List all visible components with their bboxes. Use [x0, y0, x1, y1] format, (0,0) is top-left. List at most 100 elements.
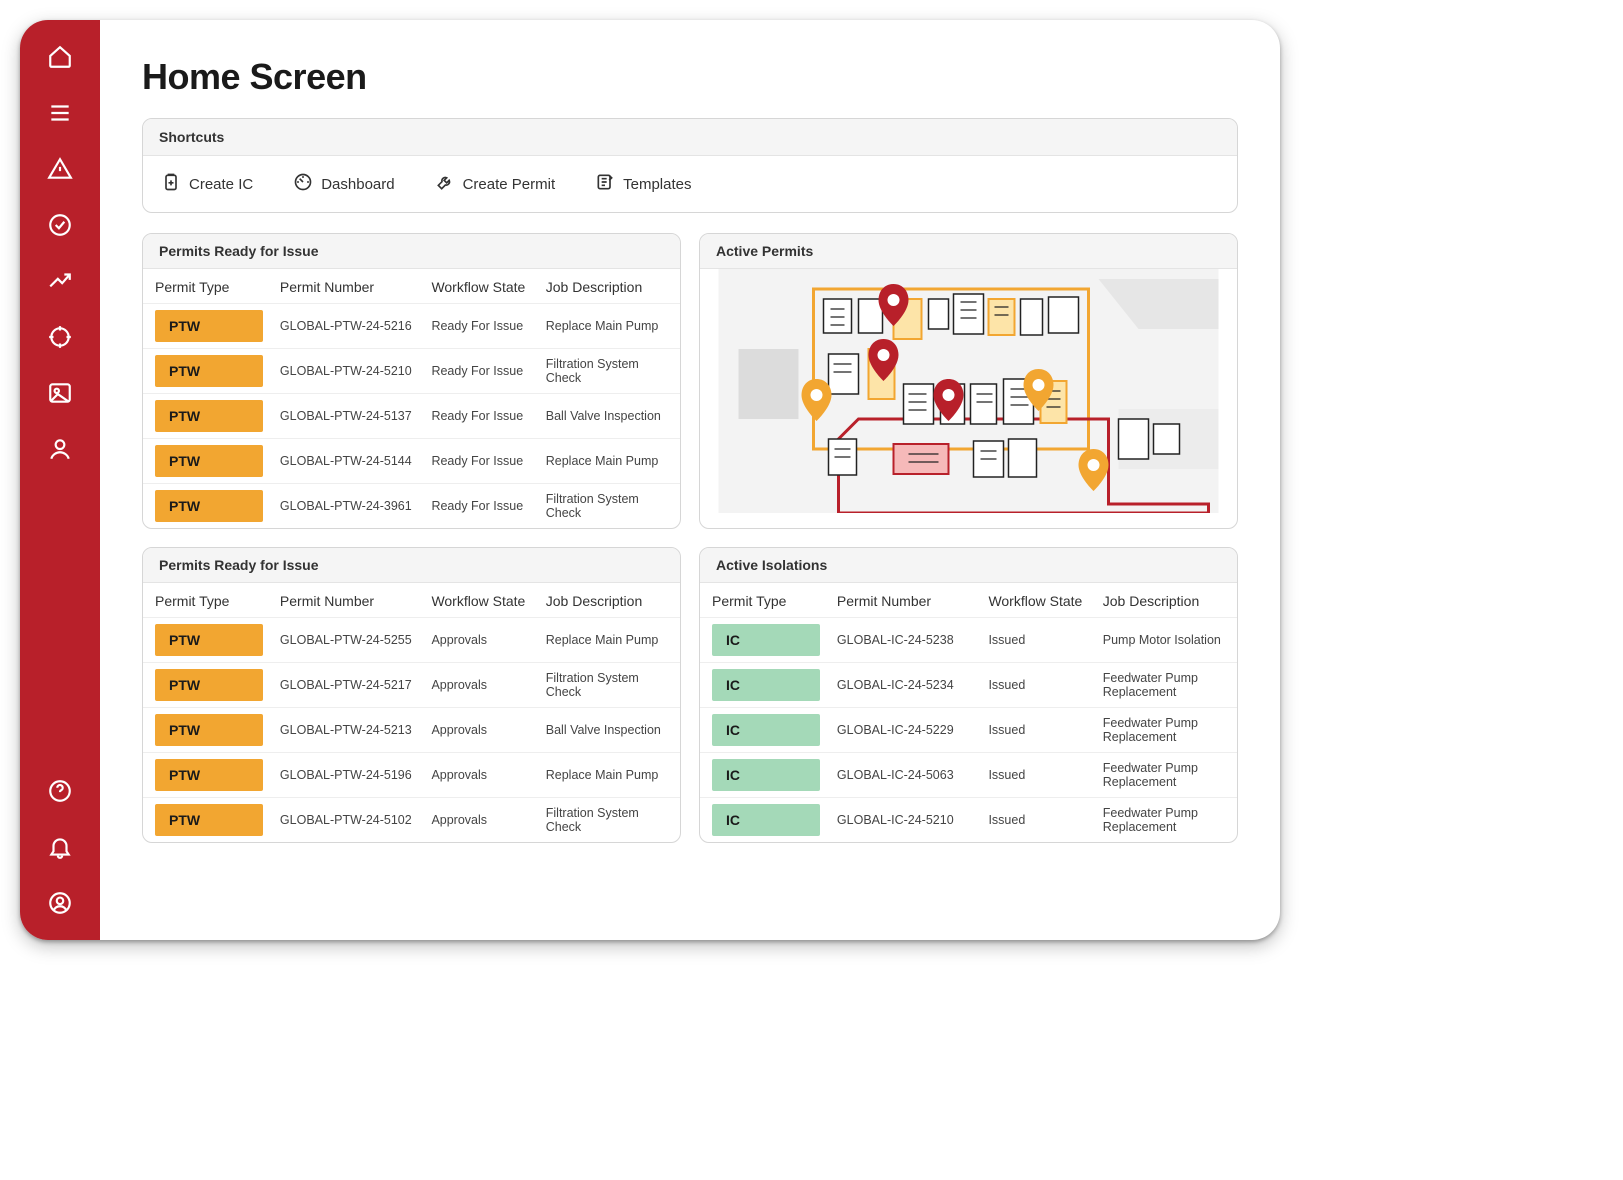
menu-icon[interactable] — [47, 100, 73, 126]
col-type: Permit Type — [155, 279, 272, 295]
col-state: Workflow State — [431, 593, 537, 609]
col-desc: Job Description — [546, 279, 668, 295]
bell-icon[interactable] — [47, 834, 73, 860]
workflow-state: Issued — [988, 678, 1094, 692]
shortcut-create-ic[interactable]: Create IC — [161, 172, 253, 196]
permit-type-tag: IC — [712, 714, 820, 746]
table-row[interactable]: PTWGLOBAL-PTW-24-5213ApprovalsBall Valve… — [143, 707, 680, 752]
panel-header: Active Permits — [700, 234, 1237, 269]
workflow-state: Ready For Issue — [431, 409, 537, 423]
workflow-state: Approvals — [431, 813, 537, 827]
workflow-state: Ready For Issue — [431, 454, 537, 468]
table-row[interactable]: PTWGLOBAL-PTW-24-5216Ready For IssueRepl… — [143, 303, 680, 348]
panel-header: Permits Ready for Issue — [143, 548, 680, 583]
table-row[interactable]: PTWGLOBAL-PTW-24-5144Ready For IssueRepl… — [143, 438, 680, 483]
shortcut-label: Create IC — [189, 176, 253, 193]
workflow-state: Ready For Issue — [431, 319, 537, 333]
permit-type-tag: PTW — [155, 490, 263, 522]
job-description: Feedwater Pump Replacement — [1103, 716, 1225, 744]
table-header: Permit Type Permit Number Workflow State… — [700, 583, 1237, 617]
permit-number: GLOBAL-PTW-24-5210 — [280, 364, 424, 378]
permit-number: GLOBAL-PTW-24-5216 — [280, 319, 424, 333]
panel-header: Permits Ready for Issue — [143, 234, 680, 269]
panel-active-permits: Active Permits — [699, 233, 1238, 529]
job-description: Feedwater Pump Replacement — [1103, 671, 1225, 699]
site-map[interactable] — [700, 269, 1237, 513]
permit-type-tag: IC — [712, 804, 820, 836]
table-row[interactable]: ICGLOBAL-IC-24-5229IssuedFeedwater Pump … — [700, 707, 1237, 752]
workflow-state: Issued — [988, 633, 1094, 647]
table-row[interactable]: PTWGLOBAL-PTW-24-5196ApprovalsReplace Ma… — [143, 752, 680, 797]
table-header: Permit Type Permit Number Workflow State… — [143, 269, 680, 303]
table-row[interactable]: PTWGLOBAL-PTW-24-5217ApprovalsFiltration… — [143, 662, 680, 707]
alert-icon[interactable] — [47, 156, 73, 182]
table-row[interactable]: PTWGLOBAL-PTW-24-5255ApprovalsReplace Ma… — [143, 617, 680, 662]
sidebar — [20, 20, 100, 940]
shortcut-label: Templates — [623, 176, 691, 193]
permit-number: GLOBAL-PTW-24-5255 — [280, 633, 424, 647]
panel-active-isolations: Active Isolations Permit Type Permit Num… — [699, 547, 1238, 843]
home-icon[interactable] — [47, 44, 73, 70]
table-row[interactable]: PTWGLOBAL-PTW-24-5210Ready For IssueFilt… — [143, 348, 680, 393]
col-number: Permit Number — [280, 593, 424, 609]
job-description: Filtration System Check — [546, 492, 668, 520]
workflow-state: Ready For Issue — [431, 499, 537, 513]
workflow-state: Approvals — [431, 723, 537, 737]
table-row[interactable]: PTWGLOBAL-PTW-24-5137Ready For IssueBall… — [143, 393, 680, 438]
clipboard-plus-icon — [161, 172, 181, 196]
permit-type-tag: PTW — [155, 804, 263, 836]
shortcut-templates[interactable]: Templates — [595, 172, 691, 196]
user-icon[interactable] — [47, 436, 73, 462]
workflow-state: Issued — [988, 723, 1094, 737]
panel-permits-ready-1: Permits Ready for Issue Permit Type Perm… — [142, 233, 681, 529]
shortcut-create-permit[interactable]: Create Permit — [435, 172, 556, 196]
table-row[interactable]: ICGLOBAL-IC-24-5210IssuedFeedwater Pump … — [700, 797, 1237, 842]
workflow-state: Approvals — [431, 633, 537, 647]
shortcut-label: Dashboard — [321, 176, 394, 193]
workflow-state: Ready For Issue — [431, 364, 537, 378]
job-description: Feedwater Pump Replacement — [1103, 761, 1225, 789]
table-row[interactable]: PTW GLOBAL-PTW-24-3961 Ready For Issue Filt… — [143, 483, 680, 528]
permit-number: GLOBAL-IC-24-5063 — [837, 768, 981, 782]
col-number: Permit Number — [280, 279, 424, 295]
app-frame: Home Screen Shortcuts Create IC Dashboar… — [20, 20, 1280, 940]
account-icon[interactable] — [47, 890, 73, 916]
table-row[interactable]: ICGLOBAL-IC-24-5234IssuedFeedwater Pump … — [700, 662, 1237, 707]
shortcut-label: Create Permit — [463, 176, 556, 193]
col-desc: Job Description — [1103, 593, 1225, 609]
permit-number: GLOBAL-IC-24-5238 — [837, 633, 981, 647]
templates-icon — [595, 172, 615, 196]
permit-number: GLOBAL-PTW-24-3961 — [280, 499, 424, 513]
panel-header: Active Isolations — [700, 548, 1237, 583]
workflow-state: Issued — [988, 813, 1094, 827]
permit-type-tag: PTW — [155, 714, 263, 746]
table-row[interactable]: PTWGLOBAL-PTW-24-5102ApprovalsFiltration… — [143, 797, 680, 842]
workflow-state: Approvals — [431, 678, 537, 692]
check-circle-icon[interactable] — [47, 212, 73, 238]
job-description: Replace Main Pump — [546, 319, 668, 333]
shortcut-dashboard[interactable]: Dashboard — [293, 172, 394, 196]
trend-icon[interactable] — [47, 268, 73, 294]
target-icon[interactable] — [47, 324, 73, 350]
table-row[interactable]: ICGLOBAL-IC-24-5063IssuedFeedwater Pump … — [700, 752, 1237, 797]
permit-number: GLOBAL-PTW-24-5102 — [280, 813, 424, 827]
job-description: Pump Motor Isolation — [1103, 633, 1225, 647]
permit-type-tag: PTW — [155, 400, 263, 432]
main-content: Home Screen Shortcuts Create IC Dashboar… — [100, 20, 1280, 940]
table-body: PTW GLOBAL-PTW-24-5255 Approvals Replace Ma… — [143, 617, 680, 842]
help-icon[interactable] — [47, 778, 73, 804]
permit-type-tag: IC — [712, 624, 820, 656]
table-header: Permit Type Permit Number Workflow State… — [143, 583, 680, 617]
job-description: Replace Main Pump — [546, 768, 668, 782]
permit-number: GLOBAL-PTW-24-5196 — [280, 768, 424, 782]
table-row[interactable]: IC GLOBAL-IC-24-5238 Issued Pump Motor Isol… — [700, 617, 1237, 662]
permit-number: GLOBAL-PTW-24-5137 — [280, 409, 424, 423]
image-icon[interactable] — [47, 380, 73, 406]
permit-type-tag: IC — [712, 759, 820, 791]
job-description: Ball Valve Inspection — [546, 723, 668, 737]
shortcuts-card: Shortcuts Create IC Dashboard Create Per… — [142, 118, 1238, 213]
permit-type-tag: PTW — [155, 669, 263, 701]
wrench-icon — [435, 172, 455, 196]
panels-grid: Permits Ready for Issue Permit Type Perm… — [142, 233, 1238, 843]
table-body: IC GLOBAL-IC-24-5238 Issued Pump Motor Isol… — [700, 617, 1237, 842]
